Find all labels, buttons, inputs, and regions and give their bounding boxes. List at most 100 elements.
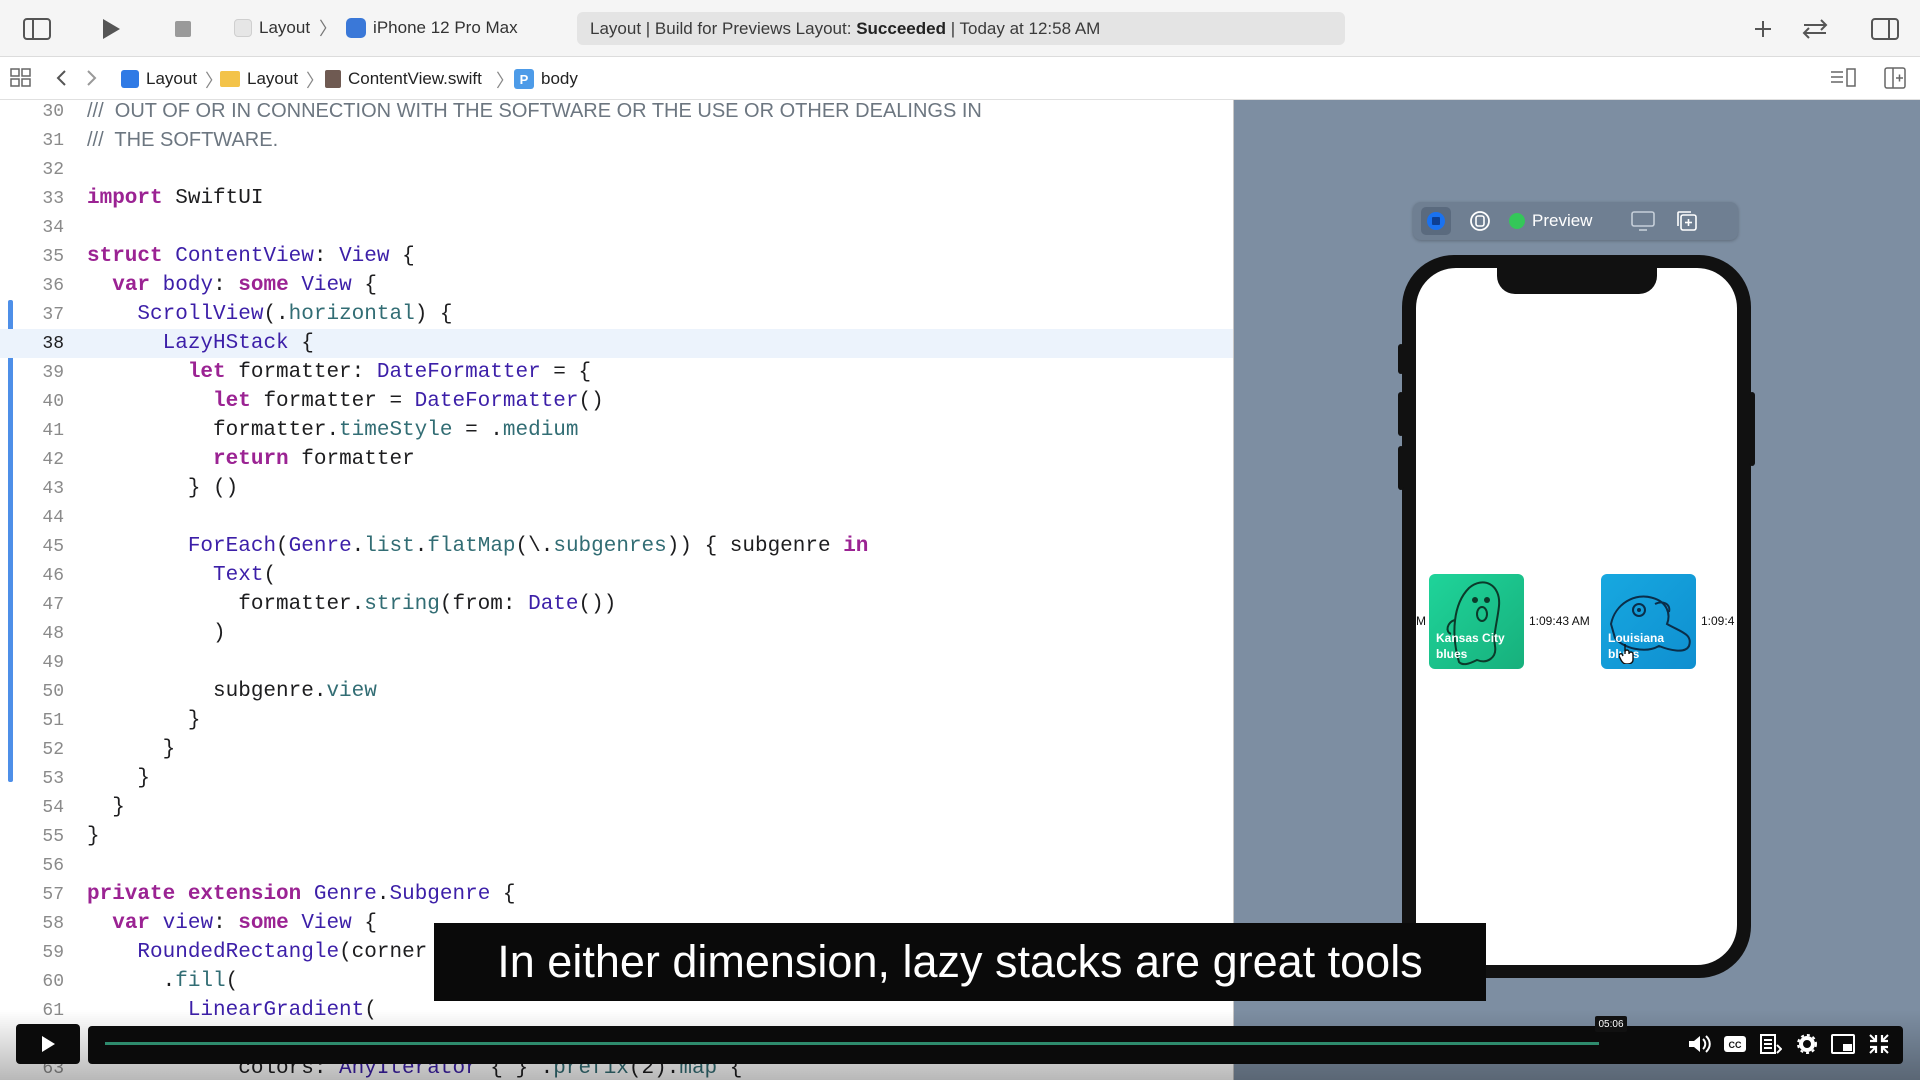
volume-icon[interactable] [1686, 1031, 1712, 1057]
time-label: 1:09:43 AM [1529, 614, 1590, 628]
code-line: 53 } [42, 767, 151, 790]
code-line: 45 ForEach(Genre.list.flatMap(\.subgenre… [42, 535, 869, 558]
code-line: 55} [42, 825, 100, 848]
transcript-icon[interactable] [1758, 1031, 1784, 1057]
device-button [1398, 344, 1404, 374]
code-line: 47 formatter.string(from: Date()) [42, 593, 617, 616]
duplicate-preview-button[interactable] [1672, 207, 1702, 235]
back-icon[interactable] [46, 63, 76, 93]
live-preview-button[interactable] [1421, 207, 1451, 235]
selectable-icon [1470, 211, 1490, 231]
folder-icon [220, 71, 240, 87]
code-line: 44 [42, 507, 64, 528]
project-icon [121, 70, 139, 88]
breadcrumb-folder-label: Layout [247, 69, 299, 88]
code-line: 36 var body: some View { [42, 274, 377, 297]
minimap-icon[interactable] [1828, 63, 1858, 93]
play-button[interactable] [16, 1024, 80, 1064]
breadcrumb-project[interactable]: Layout [121, 67, 197, 91]
breadcrumb-folder[interactable]: Layout [220, 67, 298, 91]
forward-icon[interactable] [77, 63, 107, 93]
activity-prefix: Layout | Build for Previews Layout: [590, 18, 852, 38]
code-line: 42 return formatter [42, 448, 415, 471]
code-line: 49 [42, 652, 64, 673]
grid-icon[interactable] [6, 63, 36, 93]
code-line: 31/// THE SOFTWARE. [42, 129, 279, 151]
code-line: 43 } () [42, 477, 239, 500]
genre-card[interactable]: Kansas City blues [1429, 574, 1524, 669]
code-line: 34 [42, 217, 64, 238]
run-icon[interactable] [96, 14, 126, 44]
code-line-current: 38 LazyHStack { [0, 329, 1233, 358]
activity-suffix: | Today at 12:58 AM [950, 18, 1101, 38]
activity-viewer: Layout | Build for Previews Layout: Succ… [577, 12, 1345, 45]
code-line: 48 ) [42, 622, 226, 645]
code-line: 51 } [42, 709, 201, 732]
live-icon [1427, 212, 1445, 230]
stop-icon[interactable] [168, 14, 198, 44]
device-button [1749, 392, 1755, 466]
genre-card[interactable]: Louisiana blues [1601, 574, 1696, 669]
code-line: 46 Text( [42, 564, 277, 587]
app-icon [234, 19, 252, 37]
card-label: Kansas City blues [1436, 631, 1505, 661]
code-line: 32 [42, 159, 64, 180]
code-line: 40 let formatter = DateFormatter() [42, 390, 604, 413]
add-editor-icon[interactable] [1880, 63, 1910, 93]
device-notch [1497, 266, 1657, 294]
preview-status[interactable]: Preview [1509, 211, 1592, 231]
scheme-project: Layout [259, 18, 311, 37]
scheme-selector[interactable]: Layout 〉 iPhone 12 Pro Max [234, 16, 518, 40]
chevron-right-icon: 〉 [319, 19, 338, 39]
toolbar: Layout 〉 iPhone 12 Pro Max Layout | Buil… [0, 0, 1920, 57]
sidebar-right-icon[interactable] [1870, 14, 1900, 44]
hand-cursor-icon [1619, 644, 1634, 664]
scheme-device[interactable]: iPhone 12 Pro Max [373, 18, 518, 38]
progress-time: 05:06 [1595, 1016, 1627, 1032]
svg-text:CC: CC [1729, 1040, 1742, 1050]
device-icon [346, 18, 367, 38]
captions-icon[interactable]: CC [1722, 1031, 1748, 1057]
code-line: 52 } [42, 738, 176, 761]
breadcrumb-symbol-label: body [541, 69, 578, 88]
preview-label: Preview [1532, 211, 1593, 230]
breadcrumb-symbol[interactable]: P body [514, 67, 578, 91]
breadcrumb-file-label: ContentView.swift [348, 69, 482, 88]
code-line: 37 ScrollView(.horizontal) { [42, 303, 453, 326]
device-settings-icon [1631, 211, 1656, 231]
play-icon [42, 1036, 55, 1052]
video-subtitle: In either dimension, lazy stacks are gre… [434, 923, 1486, 1001]
code-line: 33 import SwiftUI [42, 187, 264, 210]
swap-icon[interactable] [1800, 14, 1830, 44]
device-button [1398, 392, 1404, 436]
time-label-fragment: M [1416, 614, 1426, 628]
code-line: 41 formatter.timeStyle = .medium [42, 419, 579, 442]
status-dot-icon [1509, 213, 1525, 229]
code-line: 56 [42, 855, 64, 876]
video-control-icons: CC [1686, 1031, 1892, 1057]
plus-icon[interactable] [1748, 14, 1778, 44]
code-line: 30/// OUT OF OR IN CONNECTION WITH THE S… [42, 100, 982, 122]
code-line: 35 struct ContentView: View { [42, 245, 415, 268]
code-line: 54 } [42, 796, 125, 819]
fullscreen-exit-icon[interactable] [1866, 1031, 1892, 1057]
progress-track[interactable] [88, 1026, 1903, 1064]
time-label-fragment: 1:09:4 [1701, 614, 1735, 628]
breadcrumb-file[interactable]: ContentView.swift [325, 67, 482, 91]
sidebar-left-icon[interactable] [22, 14, 52, 44]
chevron-right-icon: 〉 [496, 71, 514, 91]
property-icon: P [514, 69, 534, 89]
code-line: 39 let formatter: DateFormatter = { [42, 361, 592, 384]
miniplayer-icon[interactable] [1830, 1031, 1856, 1057]
chevron-right-icon: 〉 [306, 71, 324, 91]
device-settings-button[interactable] [1628, 207, 1658, 235]
progress-fill[interactable] [105, 1042, 1599, 1045]
device-button [1398, 446, 1404, 490]
code-line: 50 subgenre.view [42, 680, 377, 703]
jump-bar: Layout 〉 Layout 〉 ContentView.swift 〉 P … [0, 57, 1920, 100]
activity-status: Succeeded [856, 18, 946, 38]
selectable-button[interactable] [1465, 207, 1495, 235]
swift-file-icon [325, 70, 341, 88]
settings-icon[interactable] [1794, 1031, 1820, 1057]
duplicate-icon [1677, 211, 1698, 231]
